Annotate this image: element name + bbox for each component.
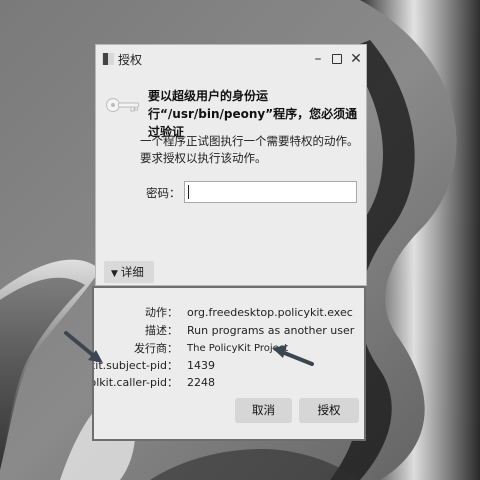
cancel-button[interactable]: 取消 [235,398,292,423]
details-toggle-button[interactable]: ▼ 详细 [104,261,154,283]
app-icon [102,53,114,65]
triangle-down-icon: ▼ [111,269,118,279]
detail-value: 1439 [187,359,215,372]
detail-value: org.freedesktop.policykit.exec [187,306,353,319]
detail-key: olkit.subject-pid： [94,359,178,372]
detail-key: 发行商： [134,342,178,355]
detail-key: 描述： [145,324,178,337]
detail-row-vendor: 发行商： The PolicyKit Project [94,340,364,358]
authorization-dialog: 授权 – ✕ 要以超级用户的身份运行“/usr/bin/peony”程序，您必须… [95,44,367,286]
text-cursor [188,185,189,199]
title-bar[interactable]: 授权 – ✕ [96,45,366,73]
window-title: 授权 [118,53,143,67]
key-icon [106,98,139,112]
password-label: 密码： [146,186,181,200]
detail-value: Run programs as another user [187,324,355,337]
vendor-link[interactable]: The PolicyKit Project [187,340,288,358]
detail-row-caller-pid: Polkit.caller-pid： 2248 [94,374,364,392]
details-toggle-label: 详细 [120,265,144,279]
password-input[interactable] [184,181,357,203]
detail-key: 动作： [145,306,178,319]
detail-value: 2248 [187,376,215,389]
authorize-button[interactable]: 授权 [299,398,359,423]
auth-description: 一个程序正试图执行一个需要特权的动作。要求授权以执行该动作。 [140,134,359,165]
maximize-icon[interactable] [327,49,347,69]
detail-row-action: 动作： org.freedesktop.policykit.exec [94,304,364,322]
detail-key: Polkit.caller-pid： [92,376,178,389]
close-icon[interactable]: ✕ [346,49,366,69]
detail-row-description: 描述： Run programs as another user [94,322,364,340]
detail-row-subject-pid: olkit.subject-pid： 1439 [94,357,364,375]
details-panel: 动作： org.freedesktop.policykit.exec 描述： R… [92,286,366,441]
minimize-icon[interactable]: – [308,49,328,69]
